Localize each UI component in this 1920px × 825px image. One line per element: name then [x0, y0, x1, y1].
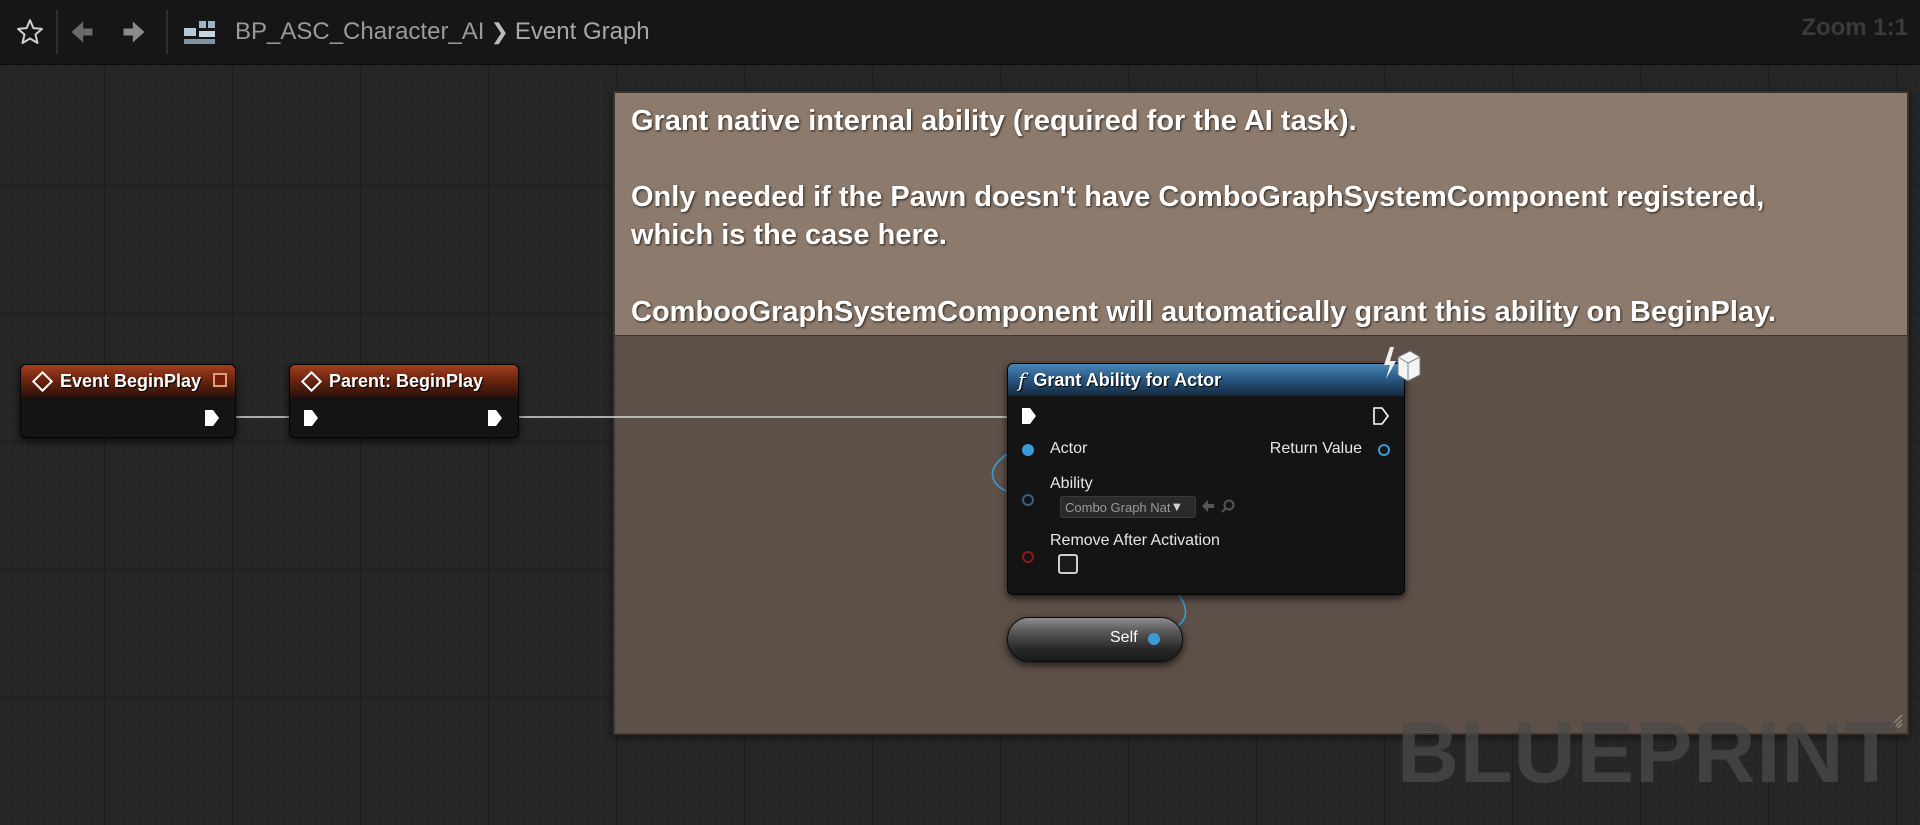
pin-label-remove-after-activation: Remove After Activation — [1050, 532, 1220, 549]
back-arrow-icon — [71, 21, 93, 43]
ability-class-value: Combo Graph Nat — [1065, 499, 1171, 515]
back-button[interactable] — [60, 10, 104, 54]
blueprint-watermark: BLUEPRINT — [1396, 705, 1898, 801]
graph-toolbar: BP_ASC_Character_AI ❯ Event Graph Zoom 1… — [0, 0, 1920, 65]
ability-class-dropdown[interactable]: Combo Graph Nat ▼ — [1060, 496, 1196, 518]
exec-input-pin-icon[interactable] — [1020, 406, 1038, 426]
graph-type-button[interactable] — [180, 10, 220, 54]
chevron-right-icon: ❯ — [490, 19, 509, 44]
exec-output-pin-icon[interactable] — [203, 408, 221, 428]
return-value-pin[interactable] — [1378, 444, 1390, 456]
breadcrumb: BP_ASC_Character_AI ❯ Event Graph — [235, 0, 650, 64]
self-node[interactable]: Self — [1007, 617, 1183, 662]
remove-after-activation-checkbox[interactable] — [1058, 554, 1078, 574]
breadcrumb-blueprint[interactable]: BP_ASC_Character_AI — [235, 18, 484, 46]
event-beginplay-node[interactable]: Event BeginPlay — [20, 364, 236, 438]
node-header: Parent: BeginPlay — [290, 365, 518, 397]
toolbar-separator — [166, 10, 168, 54]
star-icon — [17, 19, 43, 44]
exec-output-pin-icon[interactable] — [486, 408, 504, 428]
use-selected-arrow-icon[interactable] — [1200, 498, 1216, 514]
forward-arrow-icon — [123, 21, 145, 43]
server-authority-icon — [1384, 347, 1421, 382]
pin-label-ability: Ability — [1050, 475, 1093, 492]
remove-after-activation-pin[interactable] — [1022, 551, 1034, 563]
graph-canvas[interactable]: Grant native internal ability (required … — [0, 65, 1920, 825]
zoom-level: Zoom 1:1 — [1801, 14, 1908, 41]
blueprint-graph-icon — [184, 21, 215, 44]
node-title: Parent: BeginPlay — [329, 370, 484, 391]
node-header: Event BeginPlay — [21, 365, 235, 397]
node-header: f Grant Ability for Actor — [1008, 364, 1404, 396]
pin-label-actor: Actor — [1050, 440, 1088, 457]
self-label: Self — [1110, 629, 1138, 646]
breadcrumb-graph[interactable]: Event Graph — [515, 18, 650, 46]
browse-magnifier-icon[interactable] — [1220, 498, 1236, 514]
pin-label-return-value: Return Value — [1269, 440, 1362, 457]
self-output-pin[interactable] — [1148, 633, 1160, 645]
grant-ability-node[interactable]: f Grant Ability for Actor Actor Return V… — [1007, 363, 1405, 595]
event-diamond-icon — [31, 370, 54, 392]
toolbar-separator — [56, 10, 58, 54]
event-diamond-icon — [300, 370, 323, 392]
chevron-down-icon: ▼ — [1173, 501, 1181, 513]
exec-input-pin-icon[interactable] — [302, 408, 320, 428]
delegate-pin-icon[interactable] — [213, 373, 227, 387]
function-icon: f — [1018, 368, 1026, 392]
node-title: Grant Ability for Actor — [1033, 369, 1222, 390]
node-title: Event BeginPlay — [60, 370, 202, 391]
forward-button[interactable] — [112, 10, 156, 54]
parent-beginplay-node[interactable]: Parent: BeginPlay — [289, 364, 519, 438]
actor-pin[interactable] — [1022, 444, 1034, 456]
exec-output-pin-icon[interactable] — [1372, 406, 1390, 426]
ability-class-pin[interactable] — [1022, 494, 1034, 506]
favorite-button[interactable] — [8, 10, 52, 54]
